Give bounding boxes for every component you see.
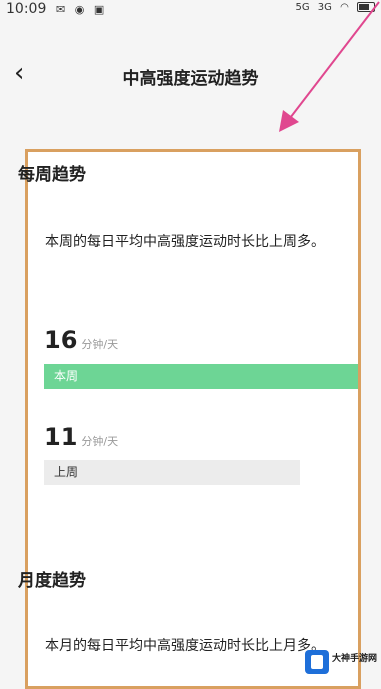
weekly-trend-description: 本周的每日平均中高强度运动时长比上周多。	[45, 234, 325, 250]
site-logo-icon	[305, 650, 329, 674]
last-week-value: 11	[44, 423, 78, 451]
weekly-trend-title: 每周趋势	[18, 165, 86, 185]
app-icon: ▣	[93, 3, 108, 16]
this-week-unit: 分钟/天	[81, 338, 119, 351]
annotation-arrow-icon	[279, 1, 380, 132]
watermark-name: 大神手游网	[332, 654, 378, 664]
this-week-label: 本周	[54, 369, 79, 383]
monthly-trend-description: 本月的每日平均中高强度运动时长比上月多。	[45, 638, 325, 654]
watermark-logo: 大神手游网	[305, 648, 381, 685]
last-week-label: 上周	[54, 465, 79, 479]
eye-icon: ◉	[74, 3, 88, 16]
monthly-trend-title: 月度趋势	[18, 571, 86, 591]
last-week-value-row: 11 分钟/天	[44, 423, 118, 451]
message-icon: ✉	[56, 3, 69, 16]
this-week-value: 16	[44, 326, 78, 354]
this-week-bar: 本周	[44, 364, 358, 389]
notification-icons: ✉ ◉ ▣	[56, 3, 107, 16]
last-week-bar: 上周	[44, 460, 300, 485]
this-week-value-row: 16 分钟/天	[44, 326, 118, 354]
status-time: 10:09	[6, 1, 47, 17]
last-week-unit: 分钟/天	[81, 435, 119, 448]
